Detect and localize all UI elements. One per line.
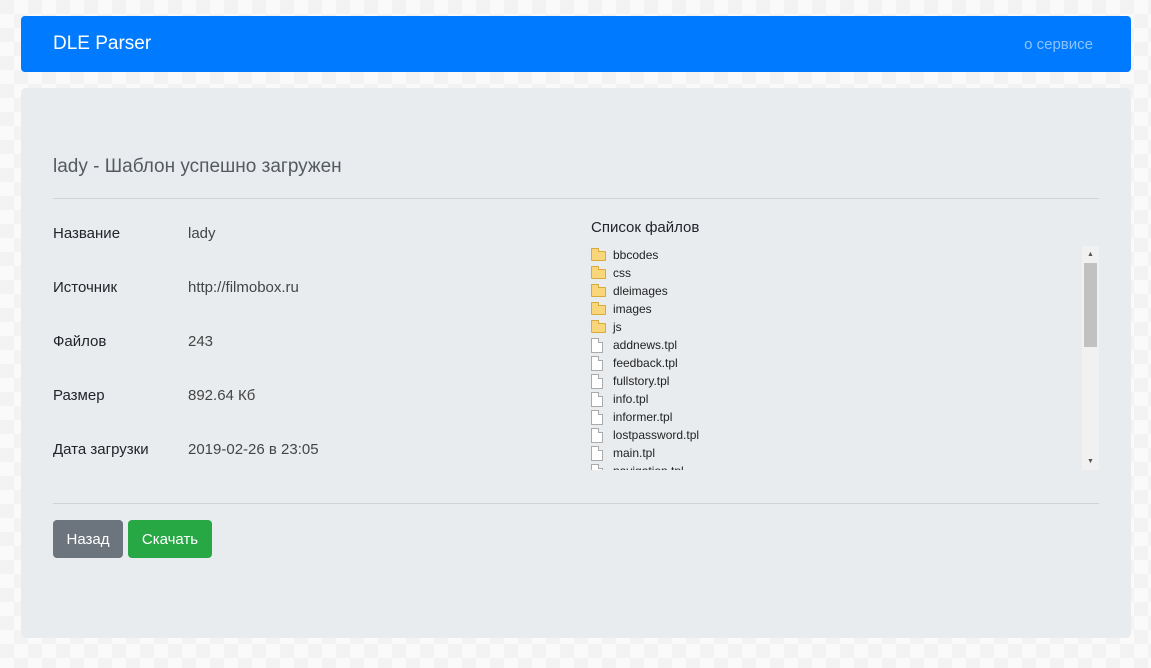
info-row-name: Название lady xyxy=(53,225,216,242)
file-name: navigation.tpl xyxy=(613,464,684,470)
file-list-item[interactable]: bbcodes xyxy=(591,246,1099,264)
folder-icon xyxy=(591,248,613,261)
info-row-source: Источник http://filmobox.ru xyxy=(53,279,299,296)
info-value: 892.64 Кб xyxy=(188,387,256,404)
info-label: Размер xyxy=(53,387,105,404)
file-name: addnews.tpl xyxy=(613,338,678,352)
file-list-item[interactable]: informer.tpl xyxy=(591,408,1099,426)
file-name: info.tpl xyxy=(613,392,649,406)
back-button[interactable]: Назад xyxy=(53,520,123,558)
scrollbar-thumb[interactable] xyxy=(1084,263,1097,347)
info-value: 2019-02-26 в 23:05 xyxy=(188,441,319,458)
file-icon xyxy=(591,409,613,425)
file-name: bbcodes xyxy=(613,248,659,262)
file-list[interactable]: bbcodes css dleimages images js addnews.tpl fe… xyxy=(591,246,1099,470)
file-icon xyxy=(591,427,613,443)
file-list-item[interactable]: fullstory.tpl xyxy=(591,372,1099,390)
file-list-item[interactable]: images xyxy=(591,300,1099,318)
info-row-files: Файлов 243 xyxy=(53,333,213,350)
info-row-size: Размер 892.64 Кб xyxy=(53,387,255,404)
divider xyxy=(53,503,1099,504)
file-name: dleimages xyxy=(613,284,668,298)
file-name: informer.tpl xyxy=(613,410,673,424)
file-name: css xyxy=(613,266,631,280)
info-value: 243 xyxy=(188,333,214,350)
file-list-scrollbar[interactable]: ▲ ▼ xyxy=(1082,246,1099,470)
file-icon xyxy=(591,355,613,371)
file-list-item[interactable]: js xyxy=(591,318,1099,336)
file-list-item[interactable]: info.tpl xyxy=(591,390,1099,408)
file-list-item[interactable]: css xyxy=(591,264,1099,282)
info-value: http://filmobox.ru xyxy=(188,279,299,296)
file-name: images xyxy=(613,302,652,316)
file-name: main.tpl xyxy=(613,446,656,460)
brand-logo[interactable]: DLE Parser xyxy=(53,33,151,55)
scroll-up-icon[interactable]: ▲ xyxy=(1082,246,1099,263)
info-label: Источник xyxy=(53,279,118,296)
info-label: Файлов xyxy=(53,333,107,350)
file-icon xyxy=(591,391,613,407)
file-list-item[interactable]: lostpassword.tpl xyxy=(591,426,1099,444)
main-panel: lady - Шаблон успешно загружен Название … xyxy=(21,88,1131,638)
file-list-item[interactable]: main.tpl xyxy=(591,444,1099,462)
file-name: js xyxy=(613,320,622,334)
about-link[interactable]: о сервисе xyxy=(1024,36,1093,53)
scroll-down-icon[interactable]: ▼ xyxy=(1082,453,1099,470)
file-icon xyxy=(591,463,613,470)
download-button[interactable]: Скачать xyxy=(128,520,212,558)
file-name: feedback.tpl xyxy=(613,356,678,370)
info-value: lady xyxy=(188,225,216,242)
info-row-date: Дата загрузки 2019-02-26 в 23:05 xyxy=(53,441,319,458)
file-list-title: Список файлов xyxy=(591,219,700,236)
file-list-item[interactable]: addnews.tpl xyxy=(591,336,1099,354)
folder-icon xyxy=(591,266,613,279)
info-label: Дата загрузки xyxy=(53,441,149,458)
file-name: fullstory.tpl xyxy=(613,374,670,388)
file-icon xyxy=(591,445,613,461)
divider xyxy=(53,198,1099,199)
file-icon xyxy=(591,337,613,353)
file-name: lostpassword.tpl xyxy=(613,428,700,442)
file-list-item[interactable]: navigation.tpl xyxy=(591,462,1099,470)
folder-icon xyxy=(591,284,613,297)
file-list-item[interactable]: feedback.tpl xyxy=(591,354,1099,372)
file-icon xyxy=(591,373,613,389)
info-label: Название xyxy=(53,225,121,242)
folder-icon xyxy=(591,320,613,333)
file-list-item[interactable]: dleimages xyxy=(591,282,1099,300)
navbar: DLE Parser о сервисе xyxy=(21,16,1131,72)
page-title: lady - Шаблон успешно загружен xyxy=(53,156,342,177)
folder-icon xyxy=(591,302,613,315)
